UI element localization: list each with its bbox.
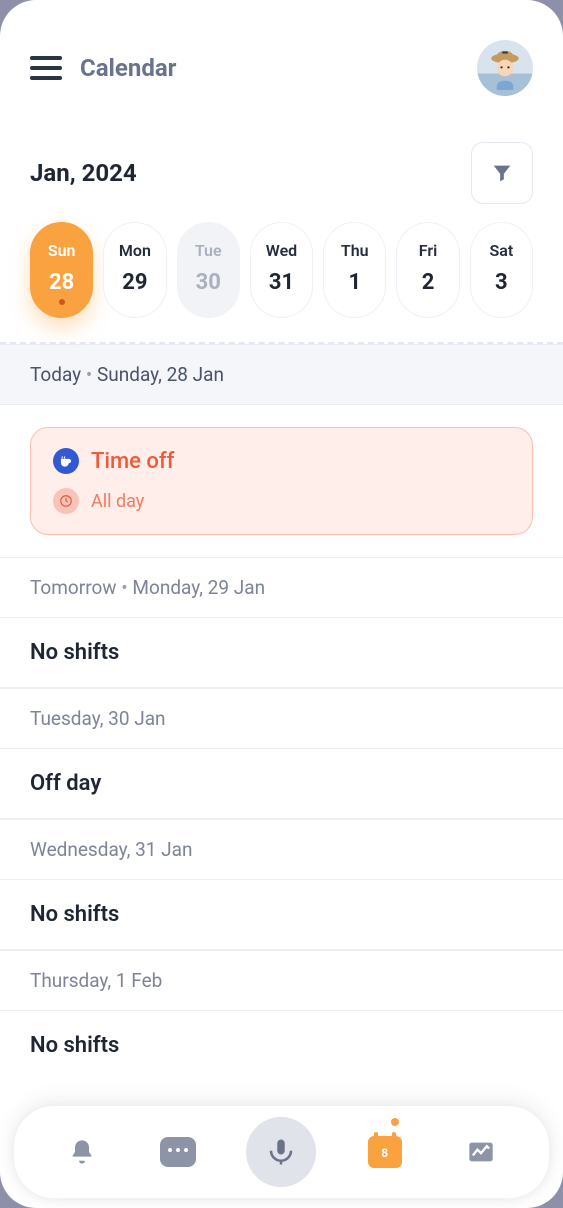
row-no-shifts: No shifts bbox=[0, 880, 563, 950]
day-number: 1 bbox=[324, 270, 385, 295]
chart-icon bbox=[467, 1138, 495, 1166]
schedule-list[interactable]: TodaySunday, 28 Jan Time off All day Tom… bbox=[0, 344, 563, 1208]
microphone-icon bbox=[266, 1137, 296, 1167]
day-of-week: Wed bbox=[251, 241, 312, 260]
calendar-icon-badge: 8 bbox=[368, 1146, 402, 1160]
filter-button[interactable] bbox=[471, 142, 533, 204]
day-pill-thu[interactable]: Thu 1 bbox=[323, 222, 386, 318]
nav-notifications[interactable] bbox=[54, 1124, 110, 1180]
month-row: Jan, 2024 bbox=[0, 116, 563, 222]
event-title: Time off bbox=[91, 449, 174, 474]
day-of-week: Sat bbox=[471, 241, 532, 260]
week-day-strip: Sun 28 Mon 29 Tue 30 Wed 31 Thu 1 Fri 2 … bbox=[0, 222, 563, 342]
day-number: 29 bbox=[104, 270, 165, 295]
day-of-week: Thu bbox=[324, 241, 385, 260]
day-number: 30 bbox=[178, 270, 239, 295]
day-pill-fri[interactable]: Fri 2 bbox=[396, 222, 459, 318]
day-of-week: Mon bbox=[104, 241, 165, 260]
day-pill-wed[interactable]: Wed 31 bbox=[250, 222, 313, 318]
avatar[interactable] bbox=[477, 40, 533, 96]
day-pill-tue[interactable]: Tue 30 bbox=[177, 222, 240, 318]
section-header-tomorrow: TomorrowMonday, 29 Jan bbox=[0, 557, 563, 618]
app-frame: Calendar Jan, 2024 Sun 28 Mon 29 bbox=[0, 0, 563, 1208]
app-header: Calendar bbox=[0, 0, 563, 116]
today-indicator-dot bbox=[59, 299, 65, 305]
coffee-icon bbox=[53, 448, 79, 474]
row-no-shifts: No shifts bbox=[0, 618, 563, 688]
avatar-illustration bbox=[483, 46, 527, 90]
day-of-week: Sun bbox=[31, 241, 92, 260]
nav-voice[interactable] bbox=[246, 1117, 316, 1187]
page-title: Calendar bbox=[80, 54, 176, 82]
nav-active-dot bbox=[391, 1118, 399, 1126]
section-header-tue: Tuesday, 30 Jan bbox=[0, 688, 563, 749]
day-number: 2 bbox=[397, 270, 458, 295]
section-date: Monday, 29 Jan bbox=[117, 576, 266, 599]
section-header-wed: Wednesday, 31 Jan bbox=[0, 819, 563, 880]
nav-analytics[interactable] bbox=[453, 1124, 509, 1180]
day-pill-sun[interactable]: Sun 28 bbox=[30, 222, 93, 318]
filter-icon bbox=[491, 162, 513, 184]
chat-icon bbox=[160, 1137, 196, 1167]
day-pill-sat[interactable]: Sat 3 bbox=[470, 222, 533, 318]
day-pill-mon[interactable]: Mon 29 bbox=[103, 222, 166, 318]
calendar-icon: 8 bbox=[368, 1136, 402, 1168]
bottom-nav: 8 bbox=[14, 1106, 549, 1198]
section-prefix: Tomorrow bbox=[30, 576, 117, 599]
nav-chat[interactable] bbox=[150, 1124, 206, 1180]
event-time: All day bbox=[91, 491, 144, 512]
section-header-today: TodaySunday, 28 Jan bbox=[0, 344, 563, 405]
section-date: Sunday, 28 Jan bbox=[81, 363, 224, 386]
event-card-timeoff[interactable]: Time off All day bbox=[30, 427, 533, 535]
day-number: 28 bbox=[31, 270, 92, 295]
day-of-week: Tue bbox=[178, 241, 239, 260]
section-header-thu: Thursday, 1 Feb bbox=[0, 950, 563, 1011]
day-number: 3 bbox=[471, 270, 532, 295]
menu-icon[interactable] bbox=[30, 56, 62, 80]
section-prefix: Today bbox=[30, 363, 81, 386]
clock-icon bbox=[53, 488, 79, 514]
month-label: Jan, 2024 bbox=[30, 159, 137, 187]
row-off-day: Off day bbox=[0, 749, 563, 819]
bell-icon bbox=[68, 1138, 96, 1166]
day-of-week: Fri bbox=[397, 241, 458, 260]
day-number: 31 bbox=[251, 270, 312, 295]
nav-calendar[interactable]: 8 bbox=[357, 1124, 413, 1180]
row-no-shifts: No shifts bbox=[0, 1011, 563, 1080]
